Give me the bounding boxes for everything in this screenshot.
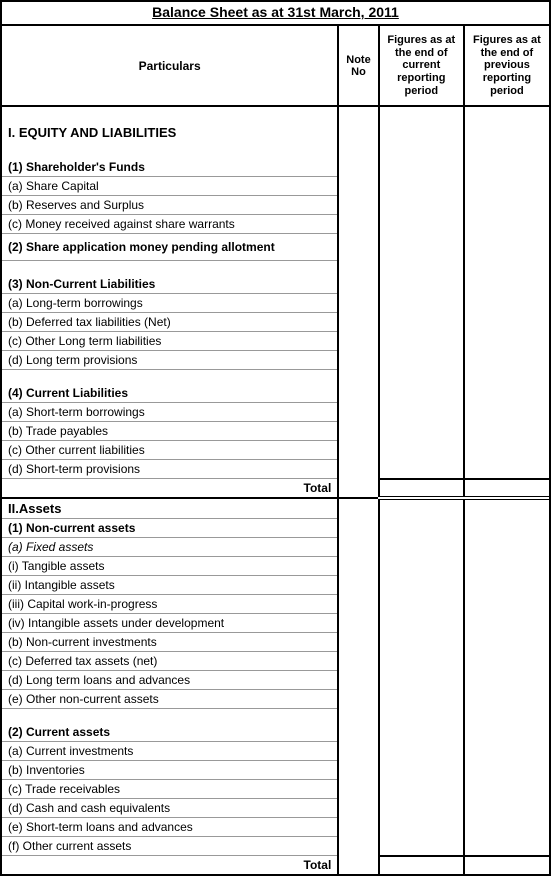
row-def-tax-liab: (b) Deferred tax liabilities (Net) <box>2 313 549 332</box>
section-assets: II.Assets <box>2 498 549 519</box>
label: (d) Short-term provisions <box>2 460 338 479</box>
row-other-nca: (e) Other non-current assets <box>2 690 549 709</box>
row-intangible: (ii) Intangible assets <box>2 576 549 595</box>
label: (a) Fixed assets <box>2 538 338 557</box>
row-cwip: (iii) Capital work-in-progress <box>2 595 549 614</box>
row-total-2: Total <box>2 856 549 875</box>
row-shareholders-funds: (1) Shareholder's Funds <box>2 158 549 177</box>
balance-sheet: Balance Sheet as at 31st March, 2011 Par… <box>0 0 551 876</box>
row-other-cur-liab: (c) Other current liabilities <box>2 441 549 460</box>
row-int-dev: (iv) Intangible assets under development <box>2 614 549 633</box>
section-equity-liabilities: I. EQUITY AND LIABILITIES <box>2 121 549 144</box>
label: (b) Deferred tax liabilities (Net) <box>2 313 338 332</box>
row-tangible: (i) Tangible assets <box>2 557 549 576</box>
balance-table: Particulars Note No Figures as at the en… <box>2 26 549 874</box>
label: (d) Cash and cash equivalents <box>2 799 338 818</box>
row-other-lt-liab: (c) Other Long term liabilities <box>2 332 549 351</box>
row-share-app-pending: (2) Share application money pending allo… <box>2 234 549 261</box>
label: (c) Other Long term liabilities <box>2 332 338 351</box>
row-total-1: Total <box>2 479 549 499</box>
row-non-current-liabilities: (3) Non-Current Liabilities <box>2 275 549 294</box>
row-trade-rec: (c) Trade receivables <box>2 780 549 799</box>
col-particulars: Particulars <box>2 26 338 106</box>
label: (e) Other non-current assets <box>2 690 338 709</box>
col-figures-previous: Figures as at the end of previous report… <box>464 26 549 106</box>
row-current-assets: (2) Current assets <box>2 723 549 742</box>
row-nci: (b) Non-current investments <box>2 633 549 652</box>
row-st-loans: (e) Short-term loans and advances <box>2 818 549 837</box>
row-lt-loans: (d) Long term loans and advances <box>2 671 549 690</box>
row-current-liabilities: (4) Current Liabilities <box>2 384 549 403</box>
label: (f) Other current assets <box>2 837 338 856</box>
label: (2) Share application money pending allo… <box>2 234 338 261</box>
row-st-provisions: (d) Short-term provisions <box>2 460 549 479</box>
label: I. EQUITY AND LIABILITIES <box>2 121 338 144</box>
row-trade-payables: (b) Trade payables <box>2 422 549 441</box>
row-dta: (c) Deferred tax assets (net) <box>2 652 549 671</box>
label: (c) Deferred tax assets (net) <box>2 652 338 671</box>
label: (i) Tangible assets <box>2 557 338 576</box>
label: (b) Inventories <box>2 761 338 780</box>
row-share-capital: (a) Share Capital <box>2 177 549 196</box>
col-figures-current: Figures as at the end of current reporti… <box>379 26 464 106</box>
total-label: Total <box>2 479 338 499</box>
label: (c) Money received against share warrant… <box>2 215 338 234</box>
label: (iv) Intangible assets under development <box>2 614 338 633</box>
label: (ii) Intangible assets <box>2 576 338 595</box>
row-non-current-assets: (1) Non-current assets <box>2 519 549 538</box>
row-other-ca: (f) Other current assets <box>2 837 549 856</box>
header-row: Particulars Note No Figures as at the en… <box>2 26 549 106</box>
label: (1) Shareholder's Funds <box>2 158 338 177</box>
row-reserves-surplus: (b) Reserves and Surplus <box>2 196 549 215</box>
label: (c) Other current liabilities <box>2 441 338 460</box>
row-cash: (d) Cash and cash equivalents <box>2 799 549 818</box>
label: (a) Short-term borrowings <box>2 403 338 422</box>
label: (a) Current investments <box>2 742 338 761</box>
label: (3) Non-Current Liabilities <box>2 275 338 294</box>
row-lt-provisions: (d) Long term provisions <box>2 351 549 370</box>
sheet-title: Balance Sheet as at 31st March, 2011 <box>2 2 549 26</box>
col-note-no: Note No <box>338 26 378 106</box>
row-inventories: (b) Inventories <box>2 761 549 780</box>
label: (b) Non-current investments <box>2 633 338 652</box>
row-money-warrants: (c) Money received against share warrant… <box>2 215 549 234</box>
label: (iii) Capital work-in-progress <box>2 595 338 614</box>
label: (b) Reserves and Surplus <box>2 196 338 215</box>
label: (a) Share Capital <box>2 177 338 196</box>
label: (2) Current assets <box>2 723 338 742</box>
row-fixed-assets: (a) Fixed assets <box>2 538 549 557</box>
label: (e) Short-term loans and advances <box>2 818 338 837</box>
row-st-borrowings: (a) Short-term borrowings <box>2 403 549 422</box>
label: (1) Non-current assets <box>2 519 338 538</box>
label: (d) Long term loans and advances <box>2 671 338 690</box>
label: (4) Current Liabilities <box>2 384 338 403</box>
total-label: Total <box>2 856 338 875</box>
label: (b) Trade payables <box>2 422 338 441</box>
label: (c) Trade receivables <box>2 780 338 799</box>
row-cur-inv: (a) Current investments <box>2 742 549 761</box>
row-lt-borrowings: (a) Long-term borrowings <box>2 294 549 313</box>
label: (d) Long term provisions <box>2 351 338 370</box>
label: II.Assets <box>2 498 338 519</box>
label: (a) Long-term borrowings <box>2 294 338 313</box>
